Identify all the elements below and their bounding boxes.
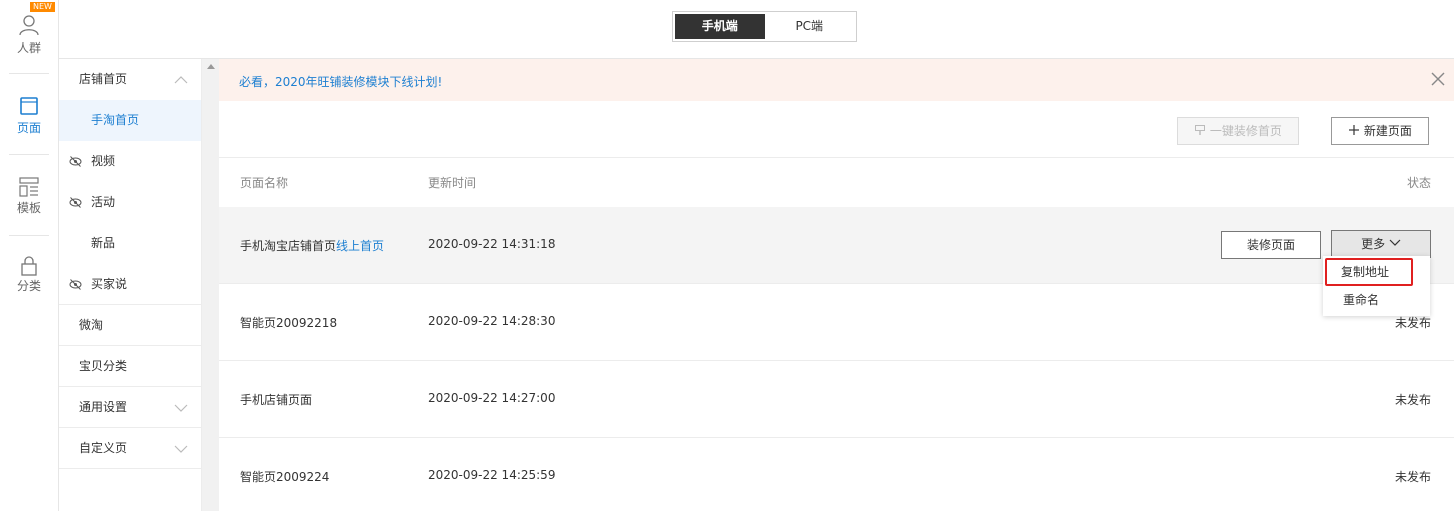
page-name: 手机淘宝店铺首页 xyxy=(240,239,337,253)
left-rail: NEW 人群 页面 模板 分类 xyxy=(0,0,59,511)
chevron-down-icon xyxy=(174,404,188,412)
nav-scrollbar[interactable] xyxy=(202,59,219,511)
decorate-page-label: 装修页面 xyxy=(1246,238,1295,252)
one-click-decorate-label: 一键装修首页 xyxy=(1209,124,1282,138)
page-name: 智能页2009224 xyxy=(240,470,330,484)
rail-item-page[interactable]: 页面 xyxy=(0,96,58,136)
updated-time: 2020-09-22 14:28:30 xyxy=(428,314,556,328)
page-name: 智能页20092218 xyxy=(240,316,338,330)
chevron-down-icon xyxy=(1389,239,1401,246)
nav-item-custom-page[interactable]: 自定义页 xyxy=(59,428,201,469)
table-row[interactable]: 手机店铺页面 2020-09-22 14:27:00 未发布 xyxy=(219,361,1454,438)
rail-item-label: 分类 xyxy=(16,279,41,293)
more-button[interactable]: 更多 xyxy=(1331,230,1431,258)
updated-time: 2020-09-22 14:27:00 xyxy=(428,391,556,405)
page-name-cell: 手机淘宝店铺首页线上首页 xyxy=(240,237,384,254)
eye-off-icon xyxy=(69,279,82,290)
notice-bar: 必看，2020年旺铺装修模块下线计划! xyxy=(219,59,1454,101)
app-root: NEW 人群 页面 模板 分类 手机端 PC端 店铺首页 手淘首页 视频 活动 … xyxy=(0,0,1454,511)
menu-item-copy-address[interactable]: 复制地址 xyxy=(1325,258,1413,286)
rail-item-label: 人群 xyxy=(16,41,41,55)
nav-item-buyer-reviews[interactable]: 买家说 xyxy=(59,264,201,305)
nav-item-label: 通用设置 xyxy=(79,400,128,414)
status-text: 未发布 xyxy=(1394,393,1431,407)
nav-item-mobile-home[interactable]: 手淘首页 xyxy=(59,100,201,141)
nav-group-store-home[interactable]: 店铺首页 xyxy=(59,59,201,100)
menu-item-rename[interactable]: 重命名 xyxy=(1323,286,1430,314)
nav-item-weitao[interactable]: 微淘 xyxy=(59,305,201,346)
bag-icon xyxy=(21,256,37,276)
person-icon xyxy=(19,15,39,36)
online-home-tag[interactable]: 线上首页 xyxy=(336,239,384,253)
chevron-down-icon xyxy=(174,445,188,453)
more-label: 更多 xyxy=(1361,237,1386,251)
nav-item-label: 手淘首页 xyxy=(91,113,140,127)
col-header-time: 更新时间 xyxy=(428,176,477,190)
col-header-status: 状态 xyxy=(1406,176,1431,190)
rail-item-template[interactable]: 模板 xyxy=(0,176,58,216)
rail-item-label: 页面 xyxy=(16,121,41,135)
toolbar: 一键装修首页 新建页面 xyxy=(219,101,1454,158)
new-page-button[interactable]: 新建页面 xyxy=(1331,117,1429,145)
notice-link[interactable]: 必看，2020年旺铺装修模块下线计划! xyxy=(239,73,442,90)
updated-time: 2020-09-22 14:31:18 xyxy=(428,237,556,251)
new-badge: NEW xyxy=(30,2,55,12)
scroll-up-arrow-icon[interactable] xyxy=(207,64,215,69)
close-icon[interactable] xyxy=(1430,71,1446,87)
top-bar: 手机端 PC端 xyxy=(59,0,1454,59)
one-click-decorate-button[interactable]: 一键装修首页 xyxy=(1177,117,1299,145)
table-row[interactable]: 手机淘宝店铺首页线上首页 2020-09-22 14:31:18 装修页面 更多 xyxy=(219,207,1454,284)
main-content: 必看，2020年旺铺装修模块下线计划! 一键装修首页 新建页面 页面名称 更新时… xyxy=(219,59,1454,511)
nav-item-label: 活动 xyxy=(91,195,116,209)
rail-item-label: 模板 xyxy=(16,201,41,215)
rail-divider xyxy=(9,73,49,74)
nav-item-new-arrivals[interactable]: 新品 xyxy=(59,223,201,264)
nav-item-label: 买家说 xyxy=(91,277,128,291)
table-header: 页面名称 更新时间 状态 xyxy=(219,159,1454,207)
status-text: 未发布 xyxy=(1394,316,1431,330)
nav-item-label: 微淘 xyxy=(79,318,104,332)
table-row[interactable]: 智能页20092218 2020-09-22 14:28:30 未发布 xyxy=(219,284,1454,361)
page-icon xyxy=(20,97,38,115)
nav-group-label: 店铺首页 xyxy=(79,72,128,86)
nav-item-label: 新品 xyxy=(91,236,116,250)
nav-item-general-settings[interactable]: 通用设置 xyxy=(59,387,201,428)
nav-item-video[interactable]: 视频 xyxy=(59,141,201,182)
device-switch: 手机端 PC端 xyxy=(672,11,857,42)
template-icon xyxy=(19,177,39,197)
secondary-nav: 店铺首页 手淘首页 视频 活动 新品 买家说 微淘 宝贝分类 通用设置 自定义页 xyxy=(59,59,202,511)
nav-item-label: 自定义页 xyxy=(79,441,128,455)
rail-item-crowd[interactable]: 人群 xyxy=(0,14,58,56)
nav-item-label: 视频 xyxy=(91,154,116,168)
status-text: 未发布 xyxy=(1394,470,1431,484)
decorate-page-button[interactable]: 装修页面 xyxy=(1221,231,1321,259)
table-row[interactable]: 智能页2009224 2020-09-22 14:25:59 未发布 xyxy=(219,438,1454,511)
col-header-name: 页面名称 xyxy=(240,176,289,190)
rail-item-category[interactable]: 分类 xyxy=(0,256,58,294)
more-dropdown-menu: 复制地址 重命名 xyxy=(1323,256,1430,316)
rail-divider xyxy=(9,154,49,155)
new-page-label: 新建页面 xyxy=(1363,124,1412,138)
page-name: 手机店铺页面 xyxy=(240,393,313,407)
chevron-up-icon xyxy=(174,76,188,84)
tab-pc[interactable]: PC端 xyxy=(765,14,855,39)
nav-item-item-category[interactable]: 宝贝分类 xyxy=(59,346,201,387)
eye-off-icon xyxy=(69,197,82,208)
decorate-icon xyxy=(1195,125,1206,135)
eye-off-icon xyxy=(69,156,82,167)
nav-item-activity[interactable]: 活动 xyxy=(59,182,201,223)
updated-time: 2020-09-22 14:25:59 xyxy=(428,468,556,482)
plus-icon xyxy=(1349,125,1360,135)
rail-divider xyxy=(9,235,49,236)
tab-mobile[interactable]: 手机端 xyxy=(675,14,765,39)
nav-item-label: 宝贝分类 xyxy=(79,359,128,373)
